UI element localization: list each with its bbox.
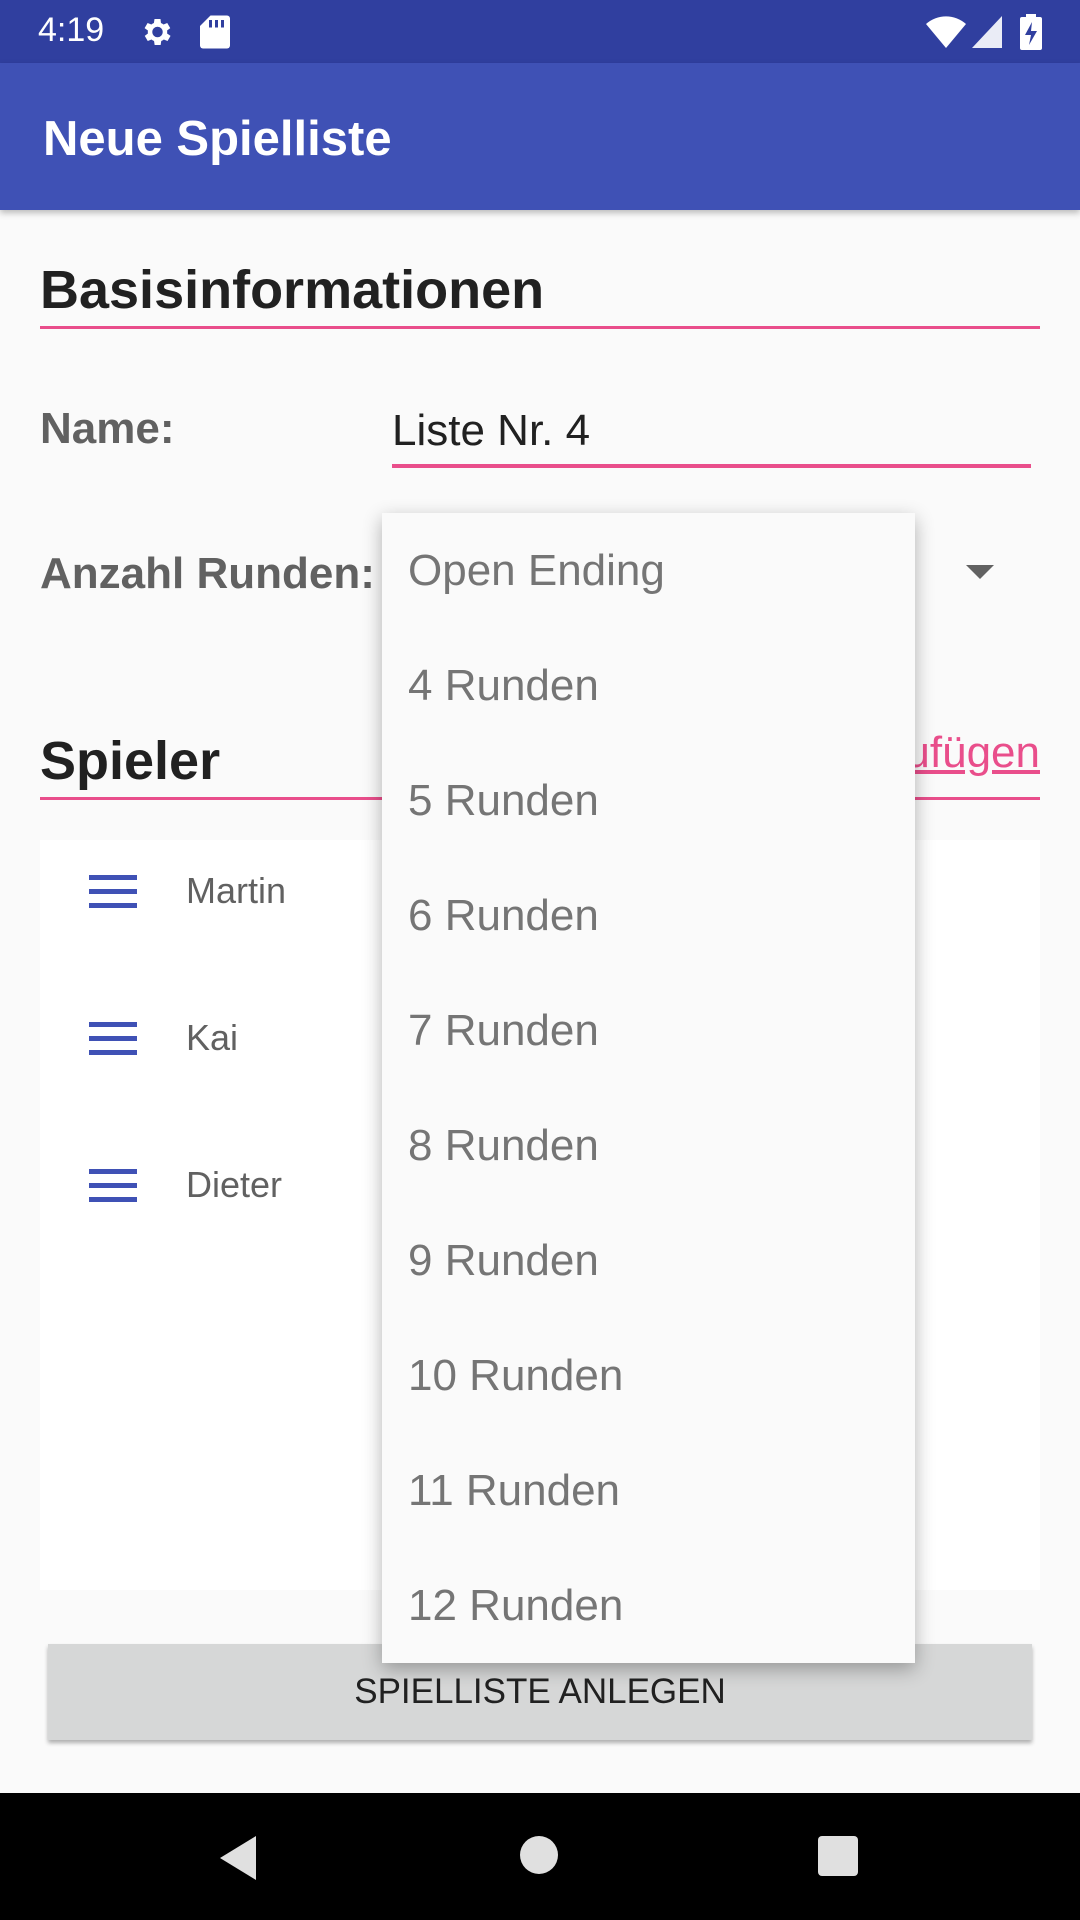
- dropdown-option[interactable]: Open Ending: [382, 513, 915, 628]
- navigation-bar: [0, 1793, 1080, 1920]
- drag-handle-icon[interactable]: [89, 875, 137, 908]
- battery-charging-icon: [1020, 14, 1042, 50]
- app-bar: Neue Spielliste: [0, 63, 1080, 210]
- name-label: Name:: [40, 404, 175, 453]
- dropdown-option[interactable]: 12 Runden: [382, 1548, 915, 1663]
- name-input[interactable]: [392, 398, 1031, 468]
- status-time: 4:19: [38, 11, 105, 49]
- dropdown-option[interactable]: 5 Runden: [382, 743, 915, 858]
- player-name: Martin: [186, 870, 287, 911]
- dropdown-option[interactable]: 10 Runden: [382, 1318, 915, 1433]
- signal-icon: [972, 16, 1002, 48]
- recents-icon[interactable]: [818, 1836, 858, 1876]
- dropdown-option[interactable]: 8 Runden: [382, 1088, 915, 1203]
- wifi-icon: [926, 16, 966, 48]
- dropdown-option[interactable]: 6 Runden: [382, 858, 915, 973]
- basis-divider: [40, 326, 1040, 329]
- add-player-link[interactable]: ufügen: [905, 728, 1040, 778]
- back-icon[interactable]: [220, 1836, 256, 1880]
- dropdown-option[interactable]: 7 Runden: [382, 973, 915, 1088]
- players-heading: Spieler: [40, 731, 221, 791]
- dropdown-option[interactable]: 11 Runden: [382, 1433, 915, 1548]
- rounds-dropdown-menu: Open Ending 4 Runden 5 Runden 6 Runden 7…: [382, 513, 915, 1663]
- dropdown-arrow-icon[interactable]: [966, 565, 994, 579]
- dropdown-option[interactable]: 9 Runden: [382, 1203, 915, 1318]
- home-icon[interactable]: [520, 1836, 558, 1874]
- dropdown-option[interactable]: 4 Runden: [382, 628, 915, 743]
- drag-handle-icon[interactable]: [89, 1022, 137, 1055]
- player-name: Kai: [186, 1017, 239, 1058]
- page-title: Neue Spielliste: [43, 112, 392, 166]
- player-name: Dieter: [186, 1164, 283, 1205]
- status-bar: 4:19: [0, 0, 1080, 63]
- rounds-label: Anzahl Runden:: [40, 549, 375, 598]
- settings-icon: [144, 18, 171, 46]
- basis-heading: Basisinformationen: [40, 260, 545, 320]
- sd-card-icon: [200, 15, 230, 49]
- drag-handle-icon[interactable]: [89, 1169, 137, 1202]
